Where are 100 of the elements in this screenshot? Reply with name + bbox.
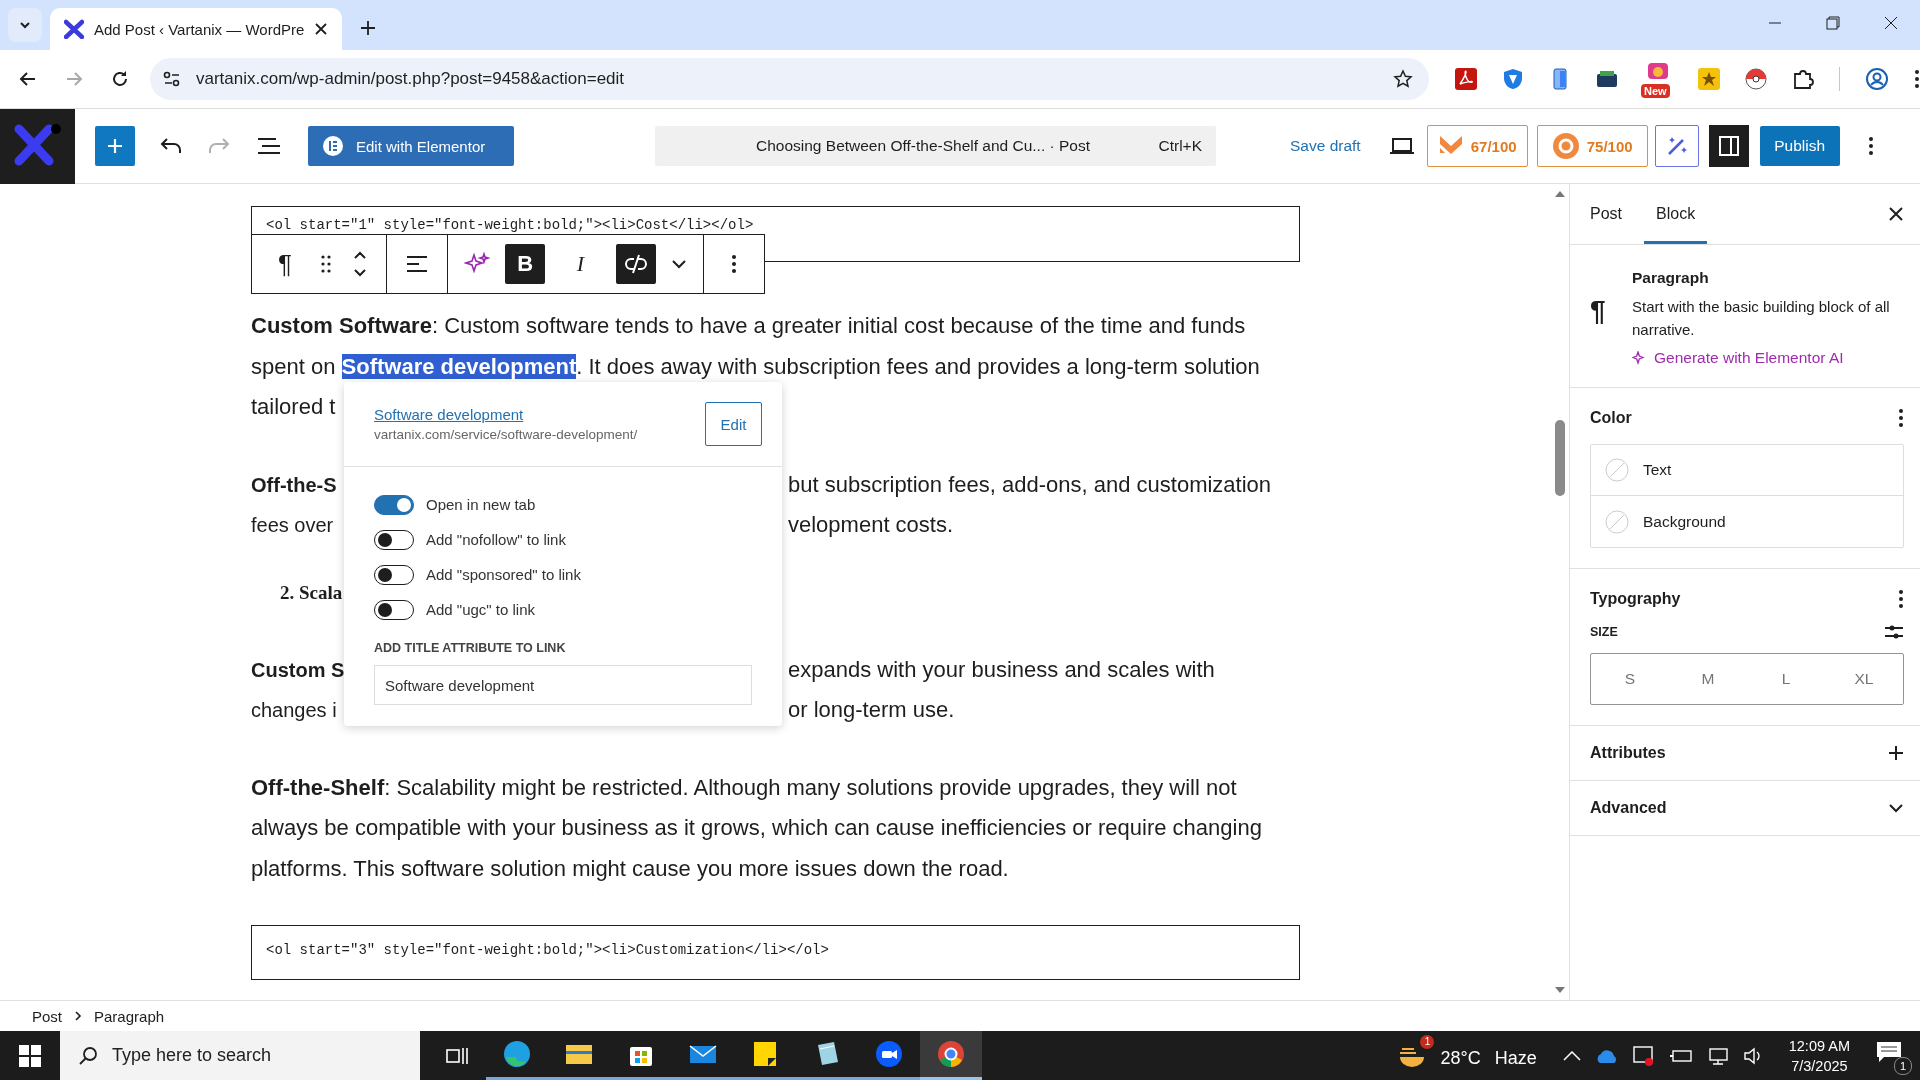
list-view-icon[interactable] [257,136,281,156]
pdf-extension-icon[interactable] [1455,68,1477,90]
paragraph-text: expands with your business and scales with [788,655,1215,684]
toggle-switch[interactable] [374,529,414,550]
scroll-down-icon[interactable] [1554,986,1566,994]
add-block-button[interactable] [95,126,135,166]
chevron-down-icon[interactable] [1888,803,1904,813]
align-left-icon[interactable] [405,254,429,274]
selected-link[interactable]: Software development [341,353,577,379]
battery-icon[interactable] [1668,1048,1693,1063]
search-icon [78,1045,98,1066]
code-text[interactable]: <ol start="3" style="font-weight:bold;"><li>Customization</li></ol> [266,942,829,958]
site-logo[interactable] [0,108,75,184]
size-option[interactable]: XL [1825,654,1903,704]
code-text[interactable]: <ol start="1" style="font-weight:bold;"><li>Cost</li></ol> [266,217,754,233]
task-view-icon[interactable] [446,1045,468,1066]
command-bar[interactable]: Choosing Between Off-the-Shelf and Cu... · Post Ctrl+K [655,126,1216,166]
restore-icon[interactable] [1826,16,1840,30]
toggle-switch[interactable] [374,564,414,585]
toggle-label: Add "nofollow" to link [426,531,566,548]
weather-widget[interactable]: 1 28°C Haze [1398,1033,1537,1078]
edit-button[interactable]: Edit [705,402,762,446]
panel-title[interactable]: Typography [1590,590,1681,608]
drag-handle-icon[interactable] [320,254,332,274]
italic-button[interactable]: I [560,244,601,284]
notification-button[interactable]: 1 [1876,1036,1912,1075]
title-attribute-field[interactable]: Software development [374,665,752,705]
toggle-switch[interactable] [374,494,414,515]
panel-title[interactable]: Color [1590,409,1632,427]
color-option[interactable]: Background [1591,496,1903,547]
shield-extension-icon[interactable] [1502,68,1524,90]
clock[interactable]: 12:09 AM 7/3/2025 [1788,1035,1850,1076]
save-draft-link[interactable]: Save draft [1290,137,1361,155]
edge-app-icon [502,1039,532,1069]
unlink-button[interactable] [615,244,656,284]
plus-icon[interactable] [1888,745,1904,761]
more-options-icon[interactable] [1898,408,1904,428]
close-icon[interactable] [1888,206,1904,222]
chevron-right-icon [74,1010,82,1022]
close-icon[interactable] [314,22,328,36]
zoom-app-icon [874,1039,904,1069]
new-tab-icon[interactable] [360,20,376,36]
paragraph-block-button[interactable]: ¶ [270,244,300,284]
more-options-icon[interactable] [731,254,737,274]
chrome-app-icon [936,1039,966,1069]
puzzle-icon[interactable] [1792,68,1814,90]
profile-icon[interactable] [1865,67,1889,91]
paragraph-text: Off-the-S [251,472,338,498]
sparkle-icon [1632,351,1646,365]
close-icon[interactable] [1884,16,1898,30]
link-url: vartanix.com/service/software-development/ [374,427,639,442]
windows-start-icon[interactable] [19,1044,41,1067]
options-icon[interactable] [1867,136,1874,156]
taskbar-search-field[interactable]: Type here to search [60,1031,420,1080]
count-badge: 1 [1894,1056,1912,1075]
network-icon[interactable] [1706,1046,1729,1065]
edit-with-elementor-button[interactable]: Edit with Elementor [308,126,514,166]
toggle-switch[interactable] [374,599,414,620]
size-option[interactable]: M [1669,654,1747,704]
size-option[interactable]: S [1591,654,1669,704]
alert-badge: 1 [1420,1035,1435,1049]
logo-icon [64,19,84,39]
ball-extension-icon[interactable] [1745,68,1767,90]
ai-pen-button[interactable] [1654,125,1699,167]
bookmark-star-icon[interactable] [1393,69,1413,89]
browser-tab[interactable]: Add Post ‹ Vartanix — WordPre [50,8,342,50]
bold-button[interactable]: B [505,244,546,284]
scrollbar-thumb[interactable] [1555,420,1565,496]
breadcrumb-item[interactable]: Paragraph [94,1007,165,1025]
sidebar-tab[interactable]: Block [1644,184,1708,244]
star-extension-icon[interactable] [1698,68,1720,90]
chevron-down-icon[interactable] [671,259,688,269]
speaker-icon[interactable] [1742,1046,1763,1065]
no-color-icon [1605,509,1629,534]
sidebar-toggle-button[interactable] [1708,125,1749,167]
link-title[interactable]: Software development [374,406,524,423]
laptop-icon[interactable] [1388,137,1415,155]
site-settings-icon[interactable] [161,69,182,89]
sliders-icon[interactable] [1884,623,1904,641]
chevron-up-icon[interactable] [1562,1050,1581,1061]
block-name: Paragraph [1632,269,1710,287]
color-option[interactable]: Text [1591,445,1903,496]
more-icon[interactable] [1914,69,1920,89]
elementor-logo-icon [322,135,344,157]
paragraph-text: changes i [251,698,338,723]
address-bar[interactable]: vartanix.com/wp-admin/post.php?post=9458&action=edit [149,58,1429,100]
breadcrumb-item[interactable]: Post [32,1007,62,1025]
generate-ai-link[interactable]: Generate with Elementor AI [1632,349,1844,367]
panel-title[interactable]: Attributes [1590,744,1666,762]
sidebar-icon [1717,135,1740,157]
scroll-up-icon[interactable] [1554,190,1566,198]
panel-title[interactable]: Advanced [1590,799,1667,817]
publish-button[interactable]: Publish [1759,126,1840,166]
taskbar-app-icon[interactable] [920,1031,982,1080]
more-options-icon[interactable] [1898,589,1904,609]
size-option[interactable]: L [1747,654,1825,704]
folder-extension-icon[interactable] [1596,68,1618,90]
paragraph-text: Custom S [251,657,344,683]
notification-icon [1876,1040,1902,1063]
sidebar-tab[interactable]: Post [1578,184,1634,244]
